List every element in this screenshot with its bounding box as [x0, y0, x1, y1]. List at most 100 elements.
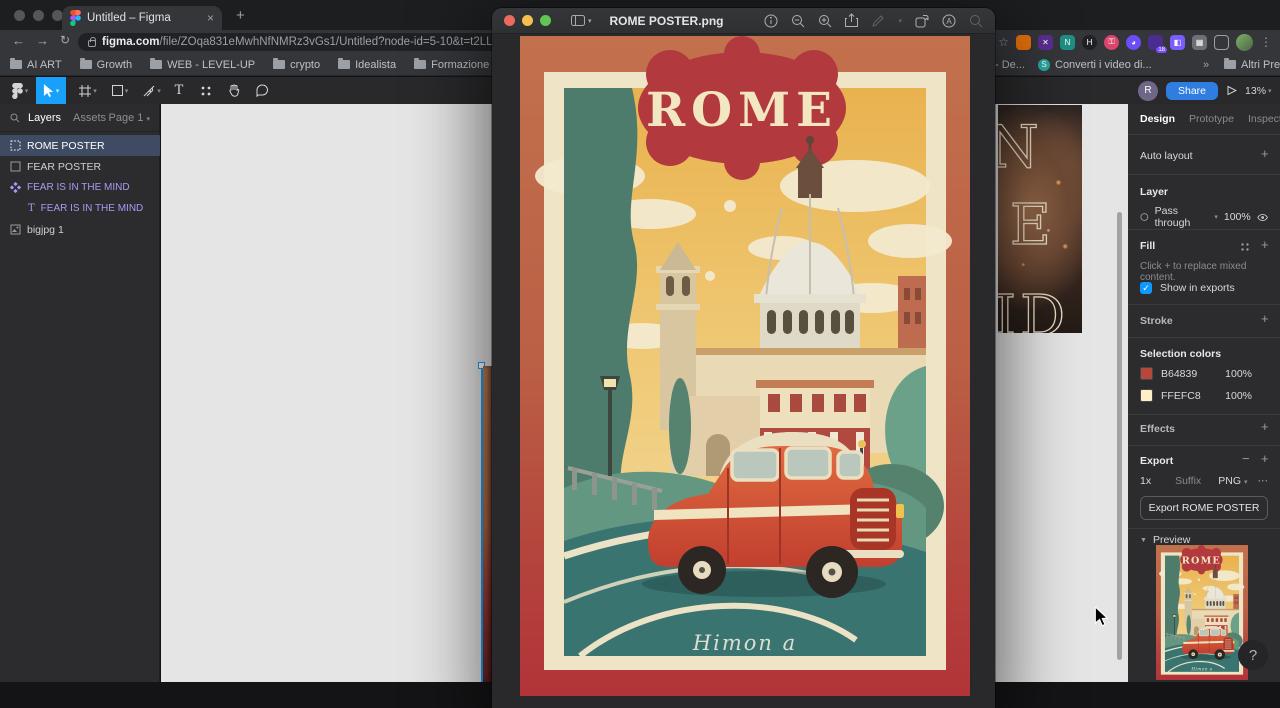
tab-layers[interactable]: Layers	[28, 112, 61, 124]
export-add-icon[interactable]: +	[1261, 452, 1269, 465]
extension-icon[interactable]: 18	[1148, 34, 1167, 53]
markup-chevron-icon[interactable]: ▾	[898, 17, 902, 25]
extension-icon[interactable]: N	[1060, 34, 1075, 50]
layer-row-fear-poster[interactable]: FEAR POSTER	[0, 156, 160, 177]
color-swatch[interactable]	[1140, 367, 1153, 380]
bookmark-item[interactable]: Growth	[79, 58, 132, 71]
layer-row-rome-poster[interactable]: ROME POSTER	[0, 135, 160, 156]
layer-row-image[interactable]: bigjpg 1	[0, 219, 160, 240]
shape-tool-button[interactable]: ▾	[106, 77, 134, 104]
bookmark-item[interactable]: Formazione	[414, 58, 489, 71]
folder-icon	[150, 58, 163, 69]
fill-add-icon[interactable]: +	[1261, 238, 1269, 251]
layer-opacity[interactable]: 100%	[1224, 211, 1251, 223]
export-more-icon[interactable]: ⋯	[1258, 475, 1269, 487]
zoom-out-icon[interactable]	[791, 14, 805, 28]
zoom-level[interactable]: 13%	[1245, 85, 1266, 97]
color-swatch[interactable]	[1140, 389, 1153, 402]
new-tab-button[interactable]: +	[236, 7, 245, 24]
comment-icon	[256, 84, 268, 97]
bookmark-item[interactable]: S Converti i video di...	[1038, 58, 1152, 71]
extension-icon[interactable]: ◧	[1170, 34, 1185, 50]
frame-grid-icon	[10, 140, 21, 151]
other-bookmarks-folder[interactable]: Altri Preferiti	[1224, 58, 1280, 71]
extension-icon[interactable]: ⚿	[1104, 34, 1119, 50]
puzzle-extensions-icon[interactable]: ▦	[1192, 34, 1207, 50]
layer-row-text[interactable]: T FEAR IS IN THE MIND	[0, 198, 160, 219]
bookmark-item[interactable]: crypto	[273, 58, 320, 71]
zoom-chevron-icon[interactable]: ▾	[1268, 87, 1272, 95]
blend-mode-value[interactable]: Pass through	[1155, 205, 1209, 229]
info-icon[interactable]	[764, 14, 778, 28]
rotate-icon[interactable]	[915, 14, 929, 28]
browser-menu-icon[interactable]: ⋮	[1260, 35, 1272, 49]
page-selector[interactable]: Page 1 ▾	[109, 112, 150, 124]
bookmarks-overflow-icon[interactable]: »	[1203, 59, 1209, 71]
show-in-exports-checkbox[interactable]: ✓	[1140, 282, 1152, 294]
window-zoom-button[interactable]	[540, 15, 551, 26]
forward-icon[interactable]: →	[36, 33, 49, 48]
preview-window-titlebar[interactable]: ▾ ROME POSTER.png ▾ A	[492, 8, 995, 34]
window-close-button[interactable]	[504, 15, 515, 26]
bookmark-item[interactable]: WEB - LEVEL-UP	[150, 58, 255, 71]
sidebar-toggle-button[interactable]: ▾	[571, 15, 592, 26]
move-tool-button[interactable]: ▾	[36, 77, 66, 104]
bookmark-item[interactable]: - De...	[995, 59, 1025, 71]
extension-icon[interactable]: ◕	[1126, 34, 1141, 50]
stroke-add-icon[interactable]: +	[1261, 312, 1269, 325]
bookmark-item[interactable]: AI ART	[10, 58, 62, 71]
tab-inspect[interactable]: Inspect	[1248, 113, 1280, 125]
comment-tool-button[interactable]	[250, 77, 274, 104]
annotate-icon[interactable]: A	[942, 14, 956, 28]
help-button[interactable]: ?	[1238, 640, 1268, 670]
window-minimize-button[interactable]	[33, 10, 44, 21]
export-settings-row: 1x Suffix PNG ▾ ⋯	[1140, 475, 1268, 487]
extension-icon[interactable]	[1016, 34, 1031, 50]
export-remove-icon[interactable]: −	[1242, 452, 1250, 465]
canvas-scrollbar[interactable]	[1117, 212, 1122, 660]
extension-icon[interactable]: ✕	[1038, 34, 1053, 50]
bookmark-item[interactable]: Idealista	[338, 58, 396, 71]
tab-close-icon[interactable]: ×	[207, 11, 214, 25]
tab-assets[interactable]: Assets	[73, 112, 106, 124]
search-icon[interactable]	[969, 14, 983, 28]
window-minimize-button[interactable]	[522, 15, 533, 26]
hand-tool-button[interactable]	[222, 77, 246, 104]
pen-tool-button[interactable]: ▾	[138, 77, 166, 104]
auto-layout-add-icon[interactable]: +	[1261, 147, 1269, 160]
reload-icon[interactable]: ↻	[60, 33, 70, 47]
search-icon[interactable]	[10, 113, 20, 123]
resources-tool-button[interactable]	[194, 77, 218, 104]
export-scale[interactable]: 1x	[1140, 475, 1151, 487]
tab-design[interactable]: Design	[1140, 113, 1175, 125]
share-icon[interactable]	[845, 13, 859, 28]
bookmark-star-icon[interactable]: ☆	[998, 35, 1009, 49]
selection-color-row[interactable]: B64839 100%	[1140, 367, 1252, 380]
export-suffix-input[interactable]: Suffix	[1175, 475, 1201, 487]
share-button[interactable]: Share	[1166, 81, 1219, 100]
effects-add-icon[interactable]: +	[1261, 420, 1269, 433]
fear-poster-object[interactable]: N E ID	[998, 105, 1082, 333]
present-icon[interactable]	[1226, 85, 1238, 96]
avatar[interactable]: R	[1138, 80, 1158, 101]
fill-styles-icon[interactable]	[1240, 242, 1250, 252]
tab-prototype[interactable]: Prototype	[1189, 113, 1234, 125]
blend-mode-icon[interactable]	[1140, 212, 1149, 222]
selection-color-row[interactable]: FFEFC8 100%	[1140, 389, 1252, 402]
sidepanel-icon[interactable]	[1214, 34, 1229, 50]
layer-row-component[interactable]: FEAR IS IN THE MIND	[0, 177, 160, 198]
zoom-in-icon[interactable]	[818, 14, 832, 28]
export-button[interactable]: Export ROME POSTER	[1140, 496, 1268, 520]
extension-icon[interactable]: H	[1082, 34, 1097, 50]
back-icon[interactable]: ←	[12, 33, 25, 48]
window-close-button[interactable]	[14, 10, 25, 21]
text-tool-button[interactable]: T	[168, 77, 190, 104]
markup-pen-icon[interactable]	[871, 14, 885, 28]
export-format-select[interactable]: PNG ▾	[1218, 475, 1247, 487]
frame-tool-button[interactable]: ▾	[74, 77, 102, 104]
visibility-eye-icon[interactable]	[1257, 213, 1268, 222]
preview-window[interactable]: ▾ ROME POSTER.png ▾ A ROME Himon a	[492, 8, 995, 708]
profile-avatar[interactable]	[1236, 33, 1253, 51]
figma-main-menu[interactable]: ▾	[6, 77, 34, 104]
browser-tab[interactable]: Untitled – Figma ×	[62, 6, 222, 30]
